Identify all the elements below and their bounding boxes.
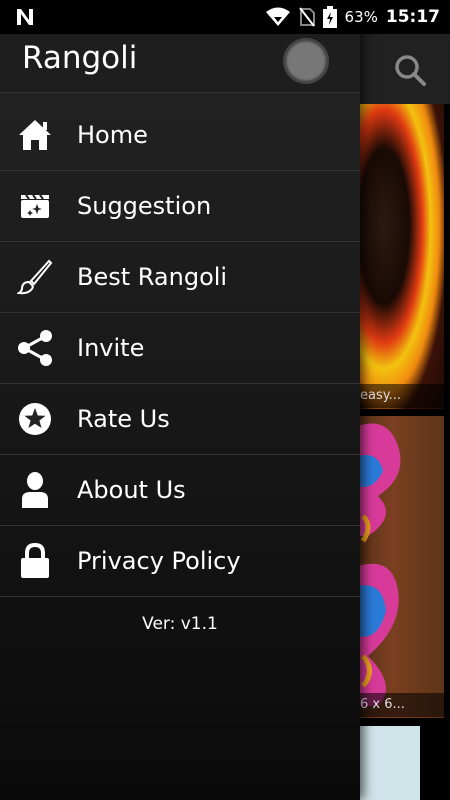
share-icon [15,328,55,368]
star-icon [15,399,55,439]
rangoli-card-image-1[interactable] [358,104,444,409]
menu-item-home[interactable]: Home [0,100,360,171]
menu-item-about-us[interactable]: About Us [0,455,360,526]
clapperboard-icon [15,186,55,226]
drawer-title: Rangoli [22,40,138,76]
lock-icon [15,541,55,581]
menu-item-privacy-policy[interactable]: Privacy Policy [0,526,360,597]
menu-item-label: Invite [77,334,145,362]
drawer-menu: Home Suggestion Best Rangoli Invite Rate… [0,100,360,597]
status-bar: 63% 15:17 [0,0,450,34]
rangoli-pattern-shape [358,423,401,706]
rangoli-card-image-3[interactable] [358,726,420,800]
battery-percent: 63% [344,8,378,26]
app-version: Ver: v1.1 [142,614,218,634]
menu-item-label: Best Rangoli [77,263,228,291]
notification-n-icon [17,9,33,25]
wifi-icon [265,7,290,26]
paintbrush-icon [15,257,55,297]
drawer-header: Rangoli [0,34,360,93]
menu-item-label: Home [77,121,148,149]
menu-item-rate-us[interactable]: Rate Us [0,384,360,455]
navigation-drawer: Rangoli Home Suggestion Best Rangoli Inv… [0,0,360,800]
menu-item-best-rangoli[interactable]: Best Rangoli [0,242,360,313]
menu-item-suggestion[interactable]: Suggestion [0,171,360,242]
no-sim-icon [298,7,315,27]
menu-item-label: Privacy Policy [77,547,241,575]
rangoli-card-caption-2: 6 x 6... [358,693,444,717]
menu-item-label: Suggestion [77,192,212,220]
battery-charging-icon [322,6,337,28]
search-icon[interactable] [393,53,427,87]
person-icon [15,470,55,510]
home-icon [15,115,55,155]
rangoli-card-caption-1: easy... [358,384,444,408]
menu-item-label: About Us [77,476,186,504]
menu-item-label: Rate Us [77,405,170,433]
avatar[interactable] [283,38,329,84]
menu-item-invite[interactable]: Invite [0,313,360,384]
clock: 15:17 [385,7,440,27]
rangoli-card-image-2[interactable] [358,416,444,718]
